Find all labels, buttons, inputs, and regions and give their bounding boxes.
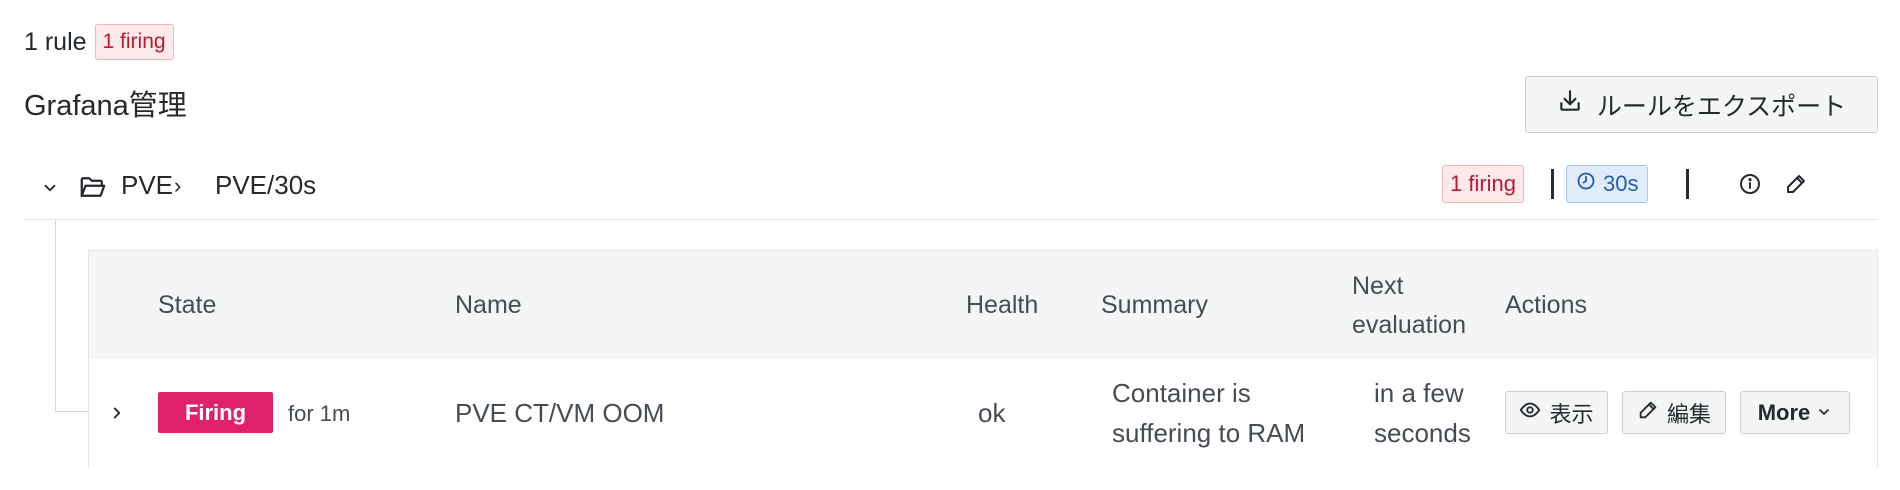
download-icon <box>1557 88 1583 121</box>
view-button[interactable]: 表示 <box>1505 391 1608 434</box>
table-row: Firing for 1m PVE CT/VM OOM ok Container… <box>89 359 1877 469</box>
rules-summary: 1 rule 1 firing <box>24 22 174 62</box>
chevron-right-icon: › <box>174 173 182 198</box>
export-rules-label: ルールをエクスポート <box>1596 92 1847 121</box>
view-button-label: 表示 <box>1549 401 1594 427</box>
edit-button[interactable]: 編集 <box>1622 391 1726 434</box>
tree-line <box>55 221 56 411</box>
column-health: Health <box>966 291 1039 319</box>
edit-button-label: 編集 <box>1666 401 1711 427</box>
pencil-icon[interactable] <box>1781 169 1811 199</box>
eye-icon <box>1519 399 1541 427</box>
info-icon[interactable] <box>1735 169 1765 199</box>
pencil-icon <box>1637 399 1659 427</box>
chevron-down-icon <box>1816 400 1832 426</box>
column-next-evaluation: Next <box>1352 272 1404 300</box>
rule-count: 1 rule <box>24 27 87 56</box>
column-actions: Actions <box>1505 291 1587 319</box>
rules-table: State Name Health Summary Next evaluatio… <box>88 250 1878 469</box>
divider <box>1686 169 1689 199</box>
rule-summary: suffering to RAM <box>1112 418 1306 448</box>
chevron-right-icon[interactable] <box>103 399 131 427</box>
column-summary: Summary <box>1101 291 1208 319</box>
interval-label: 30s <box>1603 171 1639 196</box>
chevron-down-icon[interactable] <box>38 176 62 200</box>
rule-group-header: PVE › PVE/30s 1 firing 30s <box>24 160 1878 220</box>
evaluation-interval-badge: 30s <box>1566 165 1649 203</box>
more-button-label: More <box>1757 399 1811 425</box>
state-badge: Firing <box>158 392 273 433</box>
more-button[interactable]: More <box>1740 391 1850 434</box>
firing-count-badge: 1 firing <box>94 24 174 60</box>
rule-name: PVE CT/VM OOM <box>455 398 665 428</box>
column-name: Name <box>455 291 522 319</box>
rule-health: ok <box>978 398 1006 428</box>
column-next-evaluation: evaluation <box>1352 311 1466 339</box>
folder-open-icon <box>78 172 108 202</box>
column-state: State <box>158 291 217 319</box>
rule-next-evaluation: seconds <box>1374 418 1471 448</box>
table-header: State Name Health Summary Next evaluatio… <box>89 251 1877 359</box>
section-title: Grafana管理 <box>24 90 187 122</box>
group-name: PVE/30s <box>215 170 317 200</box>
folder-name[interactable]: PVE <box>121 170 173 201</box>
state-duration: for 1m <box>288 401 351 426</box>
export-rules-button[interactable]: ルールをエクスポート <box>1525 76 1878 133</box>
rule-next-evaluation: in a few <box>1374 378 1464 408</box>
rule-summary: Container is <box>1112 378 1251 408</box>
divider <box>1551 169 1554 199</box>
tree-line <box>55 411 89 412</box>
group-firing-badge: 1 firing <box>1442 165 1525 203</box>
clock-icon <box>1576 171 1596 197</box>
